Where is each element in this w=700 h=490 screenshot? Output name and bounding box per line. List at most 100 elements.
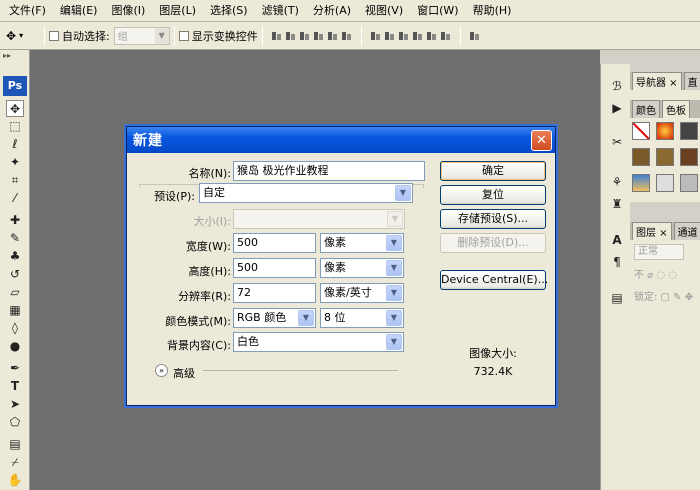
advanced-label[interactable]: 高级: [173, 365, 195, 381]
menu-image[interactable]: 图像(I): [104, 0, 152, 22]
height-unit-select[interactable]: 像素 ▼: [320, 258, 404, 278]
checkbox-box[interactable]: [178, 30, 189, 41]
bit-depth-select[interactable]: 8 位 ▼: [320, 308, 404, 328]
resolution-unit-select[interactable]: 像素/英寸 ▼: [320, 283, 404, 303]
distribute-top-icon[interactable]: [370, 29, 382, 43]
tab-histogram[interactable]: 直: [683, 72, 700, 90]
style-none-swatch[interactable]: [632, 122, 650, 140]
style-swatch[interactable]: [656, 122, 674, 140]
chevron-down-icon: ▼: [386, 310, 402, 326]
align-right-icon[interactable]: [341, 29, 353, 43]
menu-analysis[interactable]: 分析(A): [306, 0, 358, 22]
path-selection-tool-icon[interactable]: ➤: [6, 396, 24, 413]
pen-tool-icon[interactable]: ✒: [6, 360, 24, 377]
tab-swatches[interactable]: 色板: [662, 100, 690, 118]
paragraph-icon[interactable]: ¶: [608, 254, 626, 271]
marquee-tool-icon[interactable]: ⬚: [6, 118, 24, 135]
hand-tool-icon[interactable]: ✋: [6, 472, 24, 489]
history-brush-tool-icon[interactable]: ↺: [6, 266, 24, 283]
color-mode-select[interactable]: RGB 颜色 ▼: [233, 308, 316, 328]
layer-comps-icon[interactable]: ▤: [608, 290, 626, 307]
notes-tool-icon[interactable]: ▤: [6, 436, 24, 453]
bit-depth-value: 8 位: [324, 311, 346, 324]
distribute-hcenter-icon[interactable]: [426, 29, 438, 43]
background-select[interactable]: 白色 ▼: [233, 332, 404, 352]
close-button[interactable]: ✕: [531, 130, 552, 151]
tool-presets-icon[interactable]: ✂: [608, 134, 626, 151]
style-swatch[interactable]: [656, 148, 674, 166]
panel-dock-header[interactable]: [600, 50, 700, 64]
brush-tool-icon[interactable]: ✎: [6, 230, 24, 247]
menu-window[interactable]: 窗口(W): [410, 0, 465, 22]
width-field[interactable]: 500: [233, 233, 316, 253]
style-swatch[interactable]: [680, 122, 698, 140]
lasso-tool-icon[interactable]: ℓ: [6, 136, 24, 153]
toolbox-header[interactable]: ▸▸: [0, 50, 30, 70]
name-field[interactable]: 猴岛 极光作业教程: [233, 161, 425, 181]
menu-select[interactable]: 选择(S): [203, 0, 255, 22]
width-unit-select[interactable]: 像素 ▼: [320, 233, 404, 253]
auto-select-checkbox[interactable]: 自动选择:: [49, 28, 110, 44]
checkbox-box[interactable]: [49, 30, 59, 41]
auto-select-dropdown[interactable]: 组 ▼: [113, 26, 170, 45]
device-central-button[interactable]: Device Central(E)...: [440, 270, 548, 290]
blend-mode-select[interactable]: 正常: [634, 244, 684, 260]
align-vcenter-icon[interactable]: [285, 29, 297, 43]
layers-tabs: 图层 × 通道: [630, 222, 700, 240]
style-swatch[interactable]: [680, 148, 698, 166]
menu-view[interactable]: 视图(V): [358, 0, 410, 22]
ok-button[interactable]: 确定: [440, 161, 546, 181]
preset-select[interactable]: 自定 ▼: [199, 183, 413, 203]
healing-brush-tool-icon[interactable]: ✚: [6, 212, 24, 229]
menu-help[interactable]: 帮助(H): [466, 0, 519, 22]
gradient-tool-icon[interactable]: ▦: [6, 302, 24, 319]
tab-navigator[interactable]: 导航器 ×: [632, 72, 682, 90]
style-swatch[interactable]: [632, 174, 650, 192]
actions-icon[interactable]: ▶: [608, 100, 626, 117]
distribute-bottom-icon[interactable]: [398, 29, 410, 43]
shape-tool-icon[interactable]: ⬠: [6, 414, 24, 431]
reset-button[interactable]: 复位: [440, 185, 546, 205]
tab-channels[interactable]: 通道: [673, 222, 700, 240]
stamp-tool-icon[interactable]: ♣: [6, 248, 24, 265]
save-preset-button[interactable]: 存储预设(S)...: [440, 209, 546, 229]
magic-wand-tool-icon[interactable]: ✦: [6, 154, 24, 171]
dodge-tool-icon[interactable]: ●: [6, 338, 24, 355]
advanced-toggle-button[interactable]: »: [155, 364, 168, 377]
height-field[interactable]: 500: [233, 258, 316, 278]
menu-edit[interactable]: 编辑(E): [53, 0, 105, 22]
tab-color[interactable]: 颜色: [632, 100, 660, 118]
align-bottom-icon[interactable]: [299, 29, 311, 43]
slice-tool-icon[interactable]: ⁄: [6, 190, 24, 207]
chevron-down-icon: ▼: [298, 310, 314, 326]
distribute-vcenter-icon[interactable]: [384, 29, 396, 43]
history-icon[interactable]: ♜: [608, 196, 626, 213]
crop-tool-icon[interactable]: ⌗: [6, 172, 24, 189]
show-transform-checkbox[interactable]: 显示变换控件: [178, 28, 258, 44]
style-swatch[interactable]: [680, 174, 698, 192]
auto-align-button[interactable]: [469, 29, 481, 43]
eyedropper-tool-icon[interactable]: ⌿: [6, 454, 24, 471]
tool-preset-picker[interactable]: ✥ ▾: [6, 24, 40, 48]
auto-align-icon[interactable]: [469, 29, 481, 43]
align-hcenter-icon[interactable]: [327, 29, 339, 43]
menu-layer[interactable]: 图层(L): [152, 0, 203, 22]
clone-source-icon[interactable]: ⚘: [608, 174, 626, 191]
character-icon[interactable]: A: [608, 232, 626, 249]
brushes-icon[interactable]: ℬ: [608, 78, 626, 95]
distribute-right-icon[interactable]: [440, 29, 452, 43]
style-swatch[interactable]: [632, 148, 650, 166]
style-swatch[interactable]: [656, 174, 674, 192]
menu-file[interactable]: 文件(F): [2, 0, 53, 22]
align-left-icon[interactable]: [313, 29, 325, 43]
distribute-left-icon[interactable]: [412, 29, 424, 43]
blur-tool-icon[interactable]: ◊: [6, 320, 24, 337]
tab-layers[interactable]: 图层 ×: [632, 222, 672, 240]
dialog-titlebar[interactable]: 新建 ✕: [127, 127, 555, 153]
eraser-tool-icon[interactable]: ▱: [6, 284, 24, 301]
menu-filter[interactable]: 滤镜(T): [255, 0, 306, 22]
align-top-icon[interactable]: [271, 29, 283, 43]
move-tool-icon[interactable]: ✥: [6, 100, 24, 117]
resolution-field[interactable]: 72: [233, 283, 316, 303]
type-tool-icon[interactable]: T: [6, 378, 24, 395]
